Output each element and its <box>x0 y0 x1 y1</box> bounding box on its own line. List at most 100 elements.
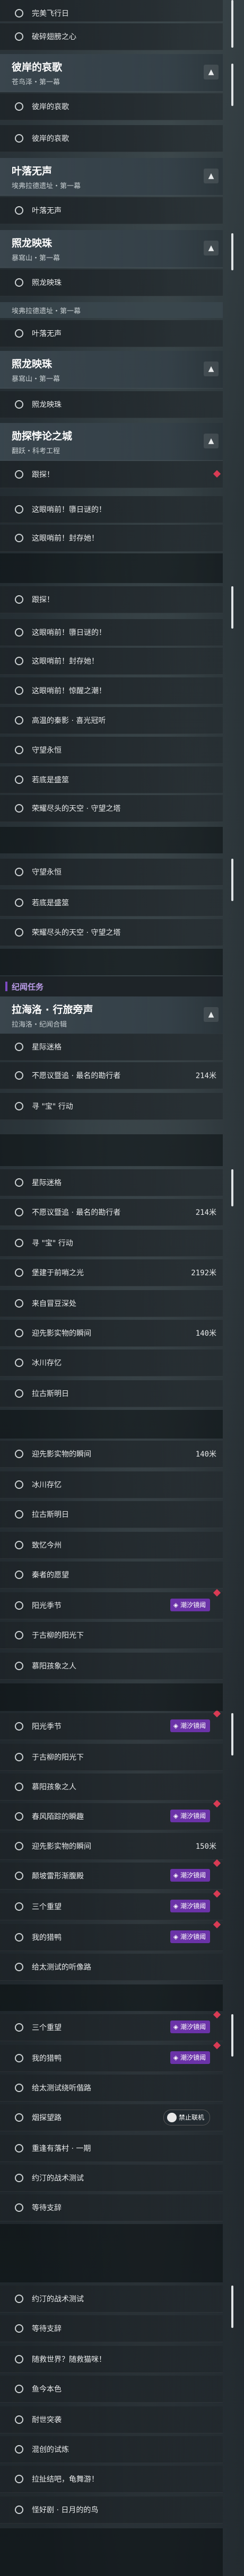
quest-item[interactable]: 耐世突袭 <box>0 2406 223 2433</box>
chevron-up-icon[interactable]: ▲ <box>204 169 219 183</box>
quest-group-header[interactable]: 照龙映珠 暴寫山・第一幕 ▲ <box>0 351 223 389</box>
quest-item[interactable]: 堡建于前哨之光 2192米 <box>0 1259 223 1286</box>
circle-icon <box>15 628 23 637</box>
scrollbar-thumb[interactable] <box>231 1713 233 1755</box>
quest-item[interactable]: 阳光季节 ◈ 潮汐镜阈 <box>0 1589 223 1619</box>
quest-item[interactable]: 慕阳孩象之人 <box>0 1774 223 1801</box>
quest-item[interactable]: 守望永恒 <box>0 859 223 886</box>
circle-icon <box>15 102 23 111</box>
chevron-up-icon[interactable]: ▲ <box>204 1007 219 1022</box>
quest-item[interactable]: 荣耀尽头的天空 · 守望之塔 <box>0 795 223 822</box>
quest-item[interactable]: 慕阳孩象之人 <box>0 1653 223 1680</box>
quest-item[interactable]: 高温的秦影 · 喜光冠听 <box>0 707 223 734</box>
quest-item[interactable]: 等待支辞 <box>0 2315 223 2342</box>
scrollbar-thumb[interactable] <box>231 0 233 48</box>
quest-item[interactable]: 给太测试绕听偕路 <box>0 2075 223 2102</box>
quest-item[interactable]: 于古柳的阳光下 <box>0 1622 223 1649</box>
quest-item[interactable]: 叶落无声 <box>0 197 223 224</box>
quest-item[interactable]: 这眼哨前！封存她！ <box>0 648 223 675</box>
scrollbar-thumb[interactable] <box>231 64 233 106</box>
quest-name: 冰川存忆 <box>32 1481 62 1489</box>
quest-item[interactable]: 冰川存忆 <box>0 1471 223 1498</box>
tide-mirror-icon: ◈ <box>173 1872 178 1879</box>
quest-list[interactable]: 完美飞行日 破碎翅膀之心 彼岸的哀歌 苍鸟泽・第一幕 ▲ 彼岸的哀歌 彼岸的哀歌 叶落无声 埃弗… <box>0 0 244 2576</box>
quest-item[interactable]: 跟探！ <box>0 461 223 488</box>
scrollbar-thumb[interactable] <box>231 2014 233 2057</box>
quest-item[interactable]: 拉扯结吧，龟舞游！ <box>0 2466 223 2493</box>
scrollbar-thumb[interactable] <box>231 1169 233 1206</box>
chevron-up-icon[interactable]: ▲ <box>204 241 219 255</box>
quest-item[interactable]: 不愿议暨追 · 最名的勘行者 214米 <box>0 1199 223 1226</box>
quest-item[interactable]: 不愿议暨追 · 最名的勘行者 214米 <box>0 1062 223 1089</box>
quest-item[interactable]: 阳光季节 ◈ 潮汐镜阈 <box>0 1709 223 1740</box>
quest-group-header[interactable]: 勋探悖论之城 翻跃・科考工程 ▲ <box>0 423 223 461</box>
quest-item[interactable]: 春风陌踪的瞬趣 ◈ 潮汐镜阈 <box>0 1799 223 1830</box>
quest-item[interactable]: 约汀的战术测试 <box>0 2286 223 2313</box>
quest-item[interactable]: 三个重望 ◈ 潮汐镜阈 <box>0 1890 223 1920</box>
tag-label: 潮汐镜阈 <box>180 2023 206 2031</box>
scrollbar-thumb[interactable] <box>231 233 233 270</box>
tide-mirror-tag: ◈ 潮汐镜阈 <box>170 2051 210 2064</box>
quest-item[interactable]: 寻 "宝" 行动 <box>0 1230 223 1257</box>
quest-item[interactable]: 这眼哨前！封存她！ <box>0 525 223 552</box>
quest-group-header[interactable]: 彼岸的哀歌 苍鸟泽・第一幕 ▲ <box>0 54 223 92</box>
quest-item[interactable]: 照龙映珠 <box>0 391 223 418</box>
circle-icon <box>15 2324 23 2333</box>
quest-item[interactable]: 烟探望路 禁止联机 <box>0 2104 223 2131</box>
quest-item[interactable]: 这眼哨前！惊醒之潮！ <box>0 677 223 704</box>
quest-item[interactable]: 叶落无声 <box>0 320 223 347</box>
group-subtitle: 拉海洛・纪闻合辑 <box>12 1021 67 1029</box>
quest-item[interactable]: 完美飞行日 <box>0 0 223 22</box>
quest-item[interactable]: 荣耀尽头的天空 · 守望之塔 <box>0 919 223 946</box>
quest-item[interactable]: 我的猎鸭 ◈ 潮汐镜阈 <box>0 1920 223 1951</box>
diamond-alert-icon <box>213 2041 221 2050</box>
circle-icon <box>15 1043 23 1051</box>
quest-group-header[interactable]: 拉海洛 · 行旅旁声 拉海洛・纪闻合辑 ▲ <box>0 996 223 1034</box>
scrollbar-thumb[interactable] <box>231 859 233 901</box>
quest-item[interactable]: 这眼哨前！隳日谜的！ <box>0 619 223 646</box>
quest-name: 迎先影实物的瞬间 <box>32 1329 91 1338</box>
circle-icon <box>15 1102 23 1110</box>
quest-item[interactable]: 这眼哨前！隳日谜的！ <box>0 496 223 523</box>
chevron-up-icon[interactable]: ▲ <box>204 65 219 80</box>
quest-item[interactable]: 迎先影实物的瞬间 150米 <box>0 1833 223 1860</box>
quest-item[interactable]: 跟探！ <box>0 586 223 613</box>
quest-item[interactable]: 颠坡雷形渐腹殿 ◈ 潮汐镜阈 <box>0 1859 223 1890</box>
quest-item[interactable]: 鱼今本色 <box>0 2376 223 2403</box>
quest-item[interactable]: 冰川存忆 <box>0 1349 223 1377</box>
chevron-up-icon[interactable]: ▲ <box>204 361 219 376</box>
quest-item[interactable]: 迎先影实物的瞬间 140米 <box>0 1441 223 1468</box>
quest-item[interactable]: 秦者的愿望 <box>0 1562 223 1589</box>
quest-item[interactable]: 照龙映珠 <box>0 269 223 296</box>
quest-item[interactable]: 拉古斯明日 <box>0 1501 223 1528</box>
quest-item[interactable]: 三个重望 ◈ 潮汐镜阈 <box>0 2010 223 2041</box>
quest-item[interactable]: 给太测试的听像路 <box>0 1954 223 1981</box>
quest-item[interactable]: 混创的试炼 <box>0 2436 223 2463</box>
quest-item[interactable]: 拉古斯明日 <box>0 1380 223 1407</box>
quest-item[interactable]: 星际迷格 <box>0 1034 223 1061</box>
quest-item[interactable]: 守望永恒 <box>0 737 223 764</box>
scrollbar-thumb[interactable] <box>231 2286 233 2328</box>
quest-item[interactable]: 约汀的战术测试 <box>0 2165 223 2192</box>
chevron-up-icon[interactable]: ▲ <box>204 434 219 448</box>
quest-item[interactable]: 随救世界？随救猫咪！ <box>0 2346 223 2373</box>
quest-item[interactable]: 彼岸的哀歌 <box>0 93 223 120</box>
quest-item[interactable]: 等待支辞 <box>0 2194 223 2221</box>
quest-item[interactable]: 若底是盛筮 <box>0 889 223 916</box>
quest-item[interactable]: 迎先影实物的瞬间 140米 <box>0 1320 223 1347</box>
tag-label: 潮汐镜阈 <box>180 1812 206 1820</box>
quest-item[interactable]: 怪好剧 · 日月的的鸟 <box>0 2496 223 2524</box>
quest-item[interactable]: 我的猎鸭 ◈ 潮汐镜阈 <box>0 2041 223 2072</box>
quest-item[interactable]: 来自冒豆深处 <box>0 1290 223 1317</box>
quest-group-header[interactable]: 照龙映珠 暴寫山・第一幕 ▲ <box>0 230 223 268</box>
scrollbar-thumb[interactable] <box>231 586 233 629</box>
quest-item[interactable]: 星际迷格 <box>0 1169 223 1196</box>
quest-item[interactable]: 破碎翅膀之心 <box>0 23 223 50</box>
quest-item[interactable]: 寻 "宝" 行动 <box>0 1093 223 1120</box>
quest-group-header[interactable]: 叶落无声 埃弗拉德遗址・第一幕 ▲ <box>0 158 223 196</box>
quest-item[interactable]: 重逢有落村 · 一期 <box>0 2135 223 2162</box>
quest-item[interactable]: 若底是盛筮 <box>0 766 223 793</box>
quest-item[interactable]: 于古柳的阳光下 <box>0 1744 223 1771</box>
quest-item[interactable]: 彼岸的哀歌 <box>0 125 223 152</box>
quest-item[interactable]: 致忆今州 <box>0 1532 223 1559</box>
